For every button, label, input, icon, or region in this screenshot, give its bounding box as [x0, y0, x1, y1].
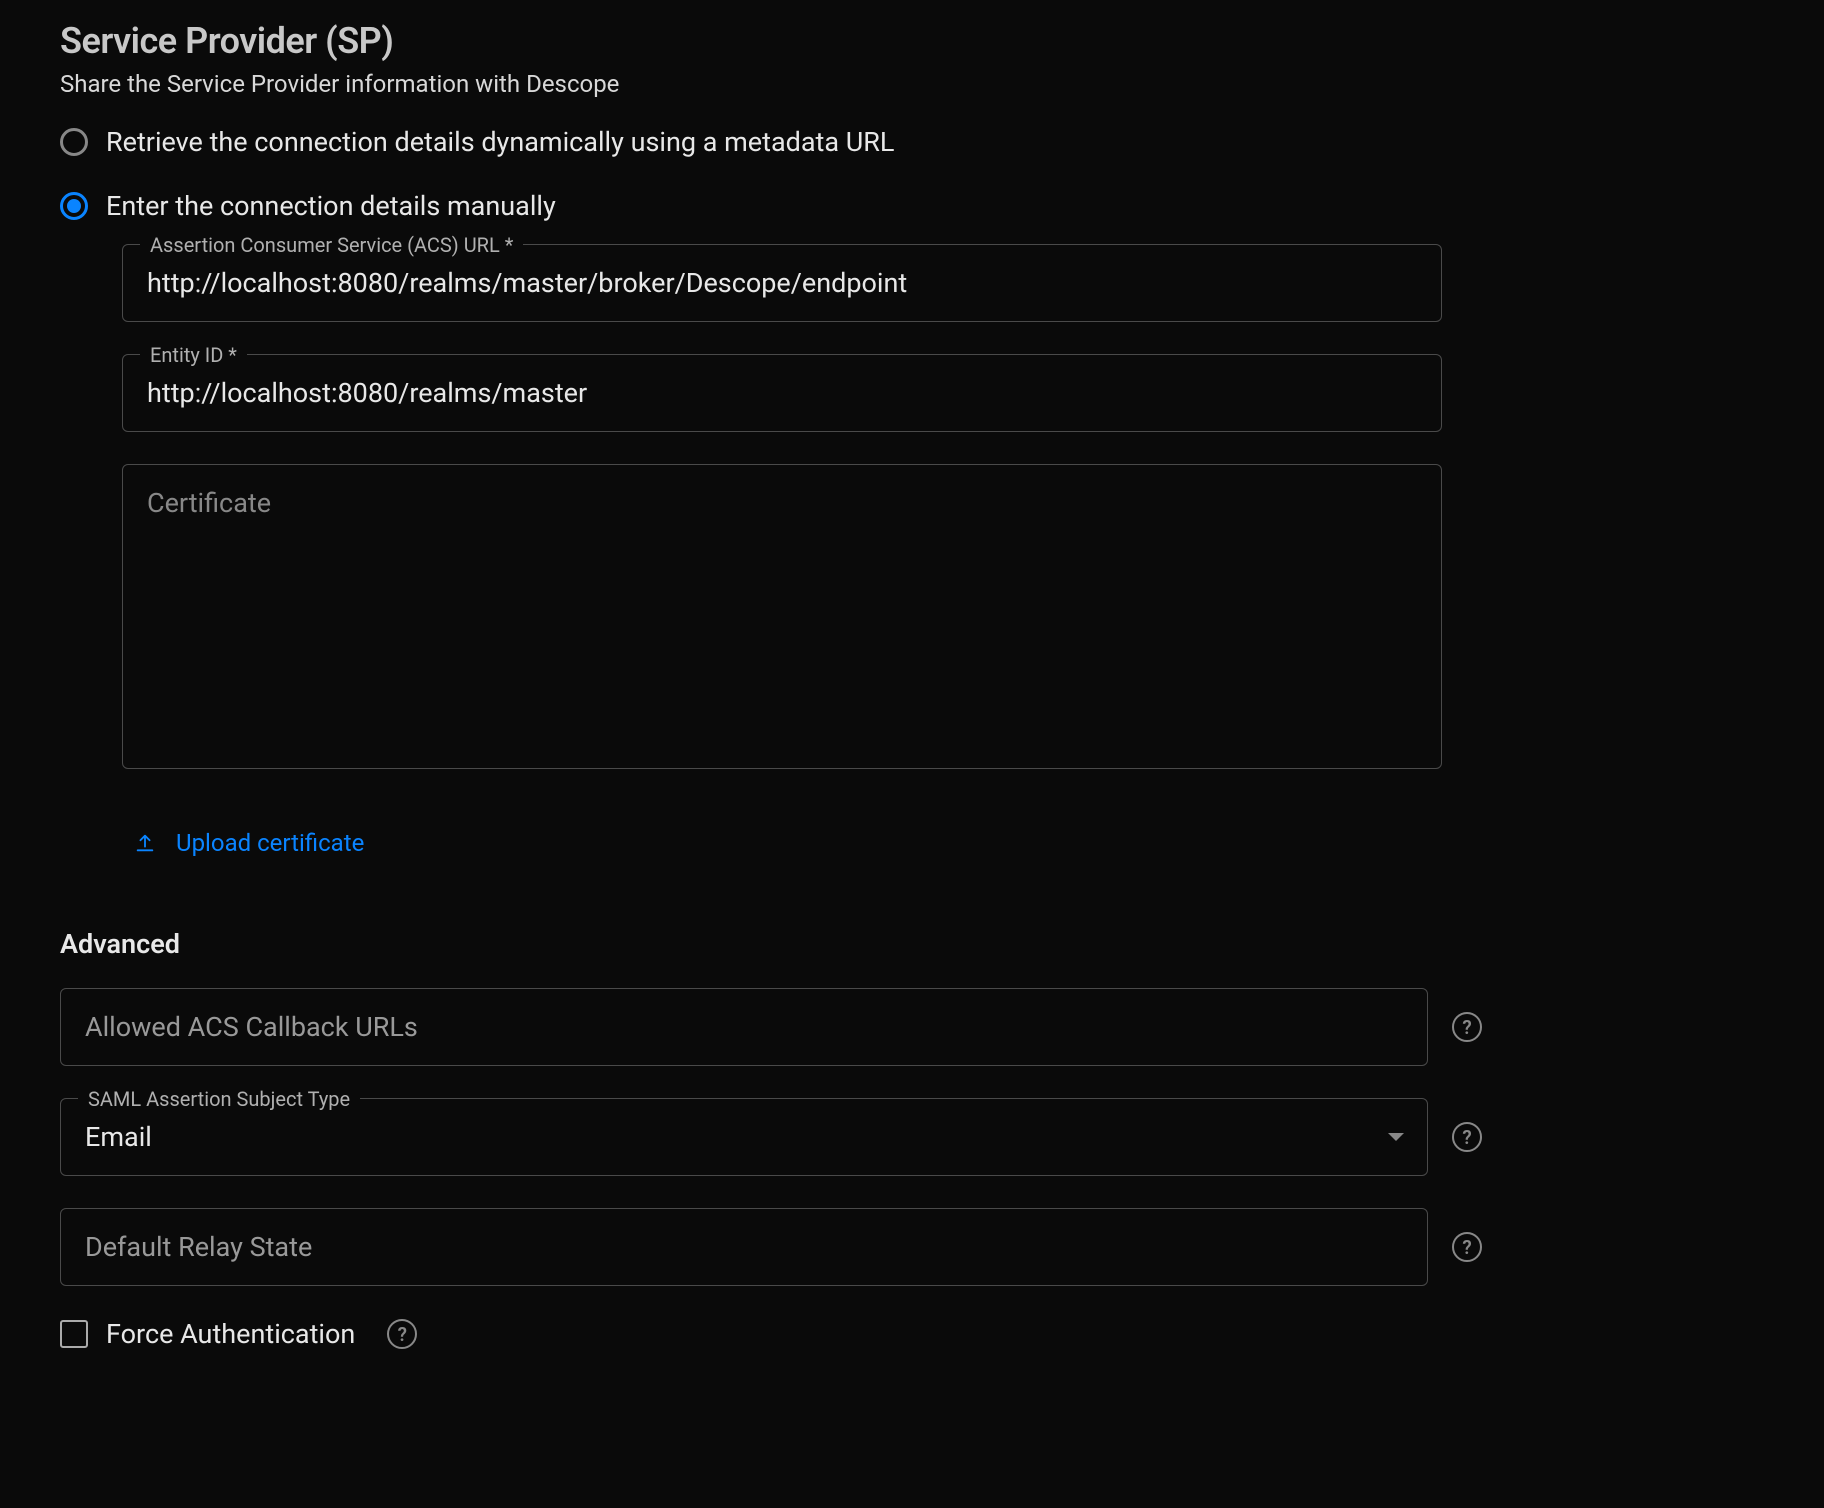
upload-icon	[134, 832, 156, 854]
help-icon[interactable]: ?	[1452, 1122, 1482, 1152]
upload-certificate-label: Upload certificate	[176, 829, 364, 857]
radio-option-manual[interactable]: Enter the connection details manually	[60, 190, 1764, 222]
acs-url-label: Assertion Consumer Service (ACS) URL *	[140, 233, 523, 257]
section-title: Service Provider (SP)	[60, 20, 1764, 62]
upload-certificate-link[interactable]: Upload certificate	[134, 829, 364, 857]
radio-label-manual: Enter the connection details manually	[106, 190, 556, 222]
help-icon[interactable]: ?	[1452, 1232, 1482, 1262]
advanced-title: Advanced	[60, 928, 1764, 960]
radio-label-dynamic: Retrieve the connection details dynamica…	[106, 126, 894, 158]
certificate-textarea[interactable]	[122, 464, 1442, 769]
subject-type-label: SAML Assertion Subject Type	[78, 1087, 360, 1111]
radio-icon[interactable]	[60, 128, 88, 156]
force-auth-checkbox[interactable]	[60, 1320, 88, 1348]
entity-id-label: Entity ID *	[140, 343, 247, 367]
relay-state-input[interactable]	[60, 1208, 1428, 1286]
radio-icon-selected[interactable]	[60, 192, 88, 220]
entity-id-input[interactable]	[122, 354, 1442, 432]
help-icon[interactable]: ?	[1452, 1012, 1482, 1042]
subject-type-select-wrapper: SAML Assertion Subject Type Email	[60, 1098, 1428, 1176]
force-auth-label: Force Authentication	[106, 1318, 355, 1350]
help-icon[interactable]: ?	[387, 1319, 417, 1349]
radio-option-dynamic[interactable]: Retrieve the connection details dynamica…	[60, 126, 1764, 158]
section-subtitle: Share the Service Provider information w…	[60, 70, 1764, 98]
allowed-acs-input[interactable]	[60, 988, 1428, 1066]
